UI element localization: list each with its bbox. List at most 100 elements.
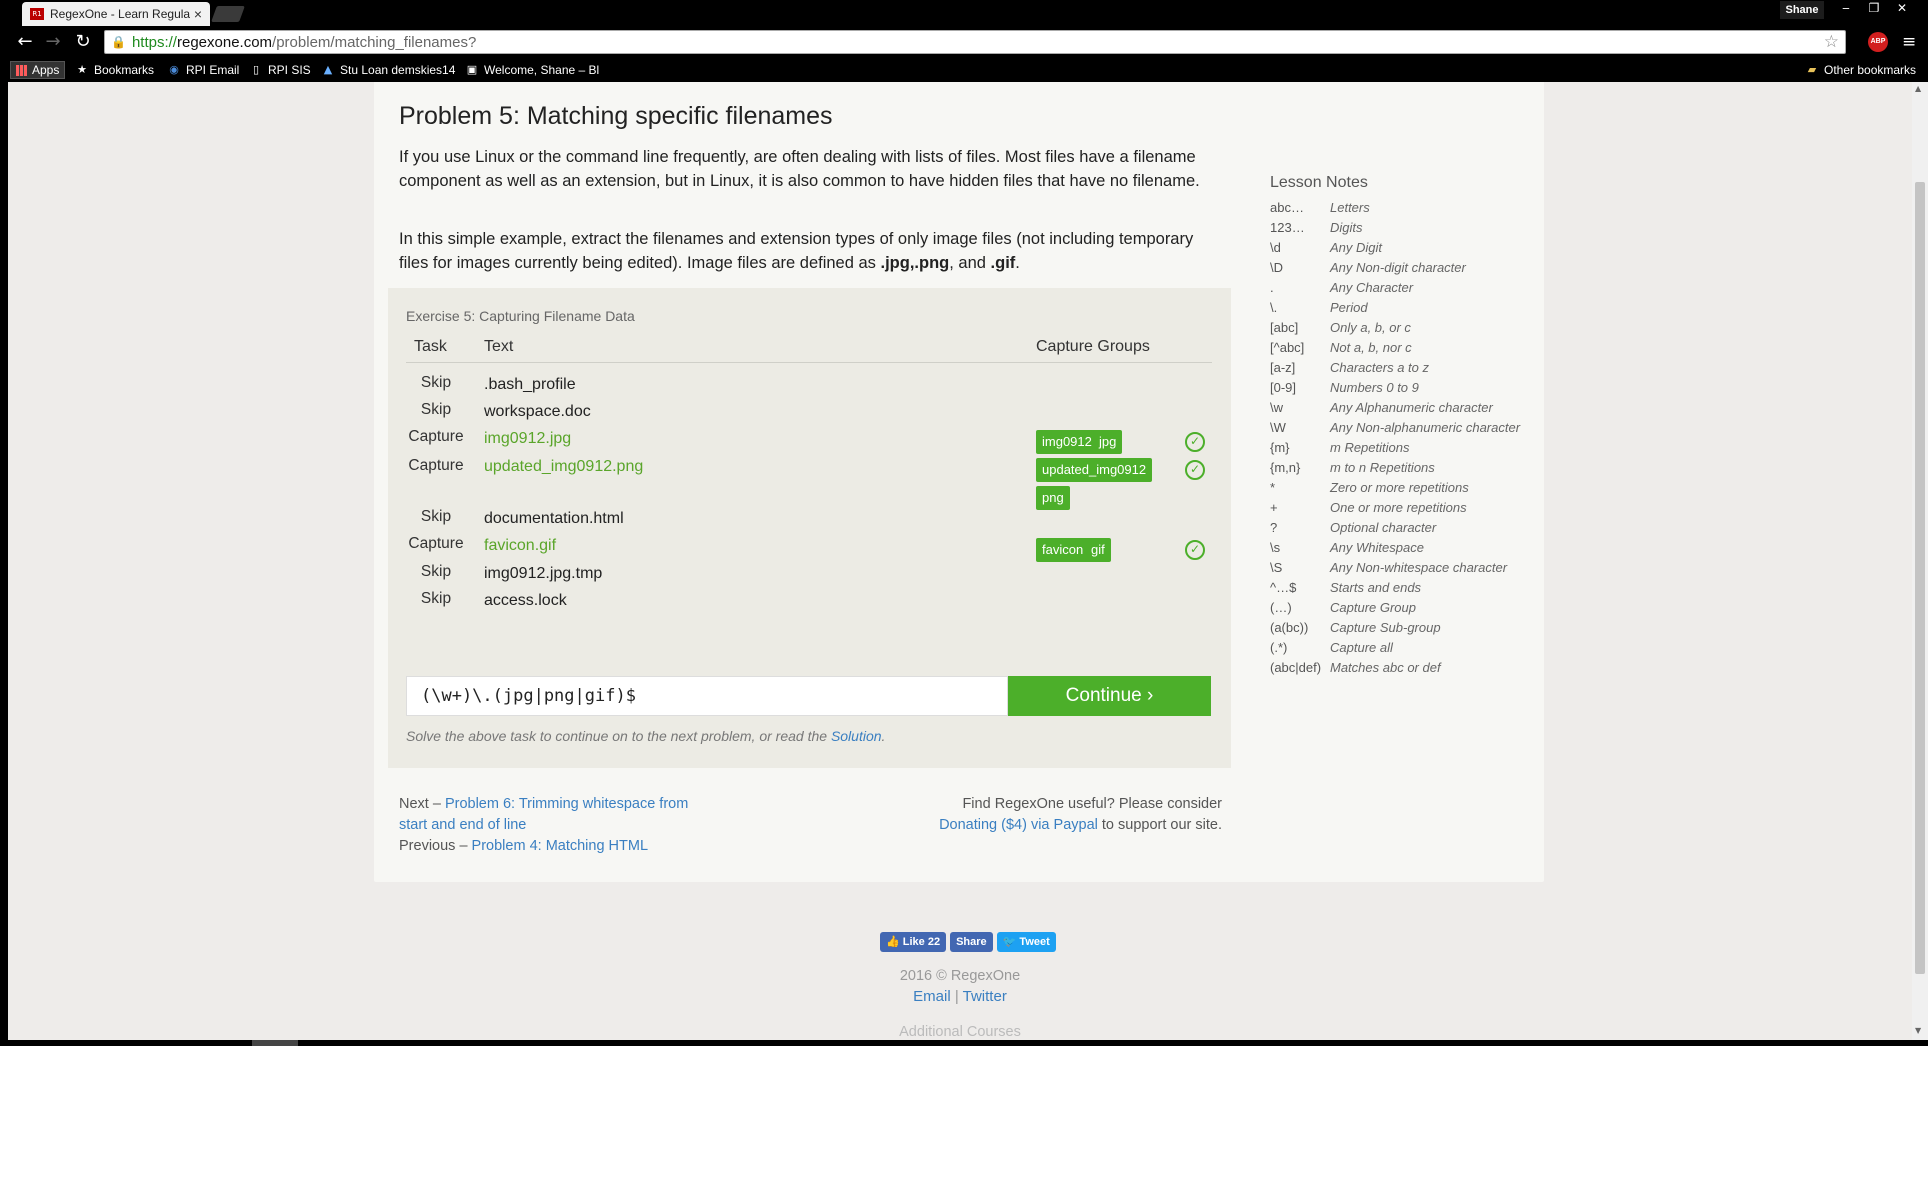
- facebook-like-button[interactable]: 👍 Like 22: [880, 932, 947, 952]
- scroll-down-icon[interactable]: ▼: [1915, 1026, 1921, 1035]
- reload-icon[interactable]: ↻: [72, 31, 94, 53]
- continue-button[interactable]: Continue ›: [1008, 676, 1211, 716]
- apps-grid-icon: [16, 64, 27, 76]
- twitter-link[interactable]: Twitter: [963, 988, 1007, 1005]
- lesson-note-symbol: ^…$: [1270, 580, 1297, 595]
- close-window-icon[interactable]: ✕: [1888, 0, 1916, 18]
- lesson-note-symbol: 123…: [1270, 220, 1305, 235]
- ext-and: , and: [949, 254, 991, 272]
- lock-icon: 🔒: [111, 35, 126, 49]
- lesson-note-symbol: {m,n}: [1270, 460, 1301, 475]
- lesson-note: {m,n} m to n Repetitions: [1270, 458, 1540, 478]
- lesson-note-description: Letters: [1330, 200, 1370, 215]
- capture-group-tag: img0912: [1036, 430, 1098, 454]
- lesson-note-symbol: (abc|def): [1270, 660, 1322, 675]
- row-task: Skip: [420, 590, 452, 607]
- new-tab-button[interactable]: [211, 6, 245, 22]
- row-task: Capture: [408, 457, 464, 474]
- menu-icon[interactable]: ≡: [1902, 32, 1916, 52]
- additional-courses[interactable]: Additional Courses: [8, 1024, 1912, 1040]
- lesson-note: (.*) Capture all: [1270, 638, 1540, 658]
- lesson-note-description: Characters a to z: [1330, 360, 1429, 375]
- page-icon: ▯: [252, 63, 260, 76]
- star-icon[interactable]: ☆: [1824, 32, 1839, 52]
- bookmark-other[interactable]: ▰ Other bookmarks: [1806, 61, 1916, 79]
- capture-group-tag: jpg: [1093, 430, 1123, 454]
- tweet-button[interactable]: 🐦 Tweet: [996, 932, 1056, 952]
- thumbs-up-icon: 👍: [886, 936, 903, 948]
- capture-group-tag: favicon: [1036, 538, 1090, 562]
- forward-icon[interactable]: →: [42, 31, 64, 53]
- lesson-note-symbol: (…): [1270, 600, 1292, 615]
- minimize-icon[interactable]: ‒: [1832, 0, 1860, 18]
- address-bar[interactable]: 🔒 https://regexone.com/problem/matching_…: [104, 30, 1846, 54]
- row-text: access.lock: [484, 592, 567, 609]
- tab-regexone[interactable]: R1 RegexOne - Learn Regula ×: [22, 2, 210, 26]
- url-host: regexone.com: [176, 33, 273, 51]
- lesson-note-description: Capture Sub-group: [1330, 620, 1441, 635]
- lesson-note-description: Capture all: [1330, 640, 1393, 655]
- header-task: Task: [414, 338, 447, 355]
- profile-button[interactable]: Shane: [1780, 1, 1824, 19]
- bookmark-label: Bookmarks: [94, 63, 155, 77]
- tweet-label: Tweet: [1019, 936, 1050, 948]
- bookmark-stu-loan[interactable]: ▲ Stu Loan demskies14: [322, 61, 456, 79]
- adblock-icon[interactable]: ABP: [1868, 32, 1888, 52]
- bookmark-apps[interactable]: Apps: [10, 61, 66, 79]
- lesson-note-description: Capture Group: [1330, 600, 1416, 615]
- lesson-note-symbol: *: [1270, 480, 1276, 495]
- prev-prefix: Previous –: [399, 838, 472, 854]
- scroll-up-icon[interactable]: ▲: [1915, 84, 1921, 93]
- bookmark-label: Welcome, Shane – Bl: [484, 63, 600, 77]
- social-share-bar: 👍 Like 22 Share 🐦 Tweet: [880, 932, 1056, 952]
- lesson-note-description: One or more repetitions: [1330, 500, 1467, 515]
- tab-title: RegexOne - Learn Regula: [50, 7, 190, 21]
- back-icon[interactable]: ←: [14, 31, 36, 53]
- bookmark-welcome[interactable]: ▣ Welcome, Shane – Bl: [466, 61, 599, 79]
- page-scrollbar[interactable]: ▲ ▼: [1912, 82, 1928, 1040]
- lesson-note-symbol: [0-9]: [1270, 380, 1297, 395]
- lesson-note: 123… Digits: [1270, 218, 1540, 238]
- blackboard-icon: ▣: [466, 63, 478, 76]
- donate-message: Find RegexOne useful? Please consider Don…: [814, 794, 1222, 836]
- lesson-note: ? Optional character: [1270, 518, 1540, 538]
- capture-group-tag: png: [1036, 486, 1070, 510]
- lesson-note: . Any Character: [1270, 278, 1540, 298]
- lesson-note-symbol: +: [1270, 500, 1278, 515]
- regex-input[interactable]: (\w+)\.(jpg|png|gif)$: [406, 676, 1008, 716]
- bookmark-label: RPI Email: [186, 63, 240, 77]
- page-viewport: Problem 5: Matching specific filenames I…: [8, 82, 1912, 1040]
- lesson-note: \W Any Non-alphanumeric character: [1270, 418, 1540, 438]
- row-task: Skip: [420, 563, 452, 580]
- facebook-share-button[interactable]: Share: [950, 932, 993, 952]
- email-link[interactable]: Email: [913, 988, 951, 1005]
- restore-icon[interactable]: ❐: [1860, 0, 1888, 18]
- row-text: img0912.jpg.tmp: [484, 565, 603, 582]
- donate-link[interactable]: Donating ($4) via Paypal: [939, 817, 1098, 833]
- lesson-note: [abc] Only a, b, or c: [1270, 318, 1540, 338]
- ext-gif: .gif: [990, 254, 1016, 272]
- lesson-note-description: Not a, b, nor c: [1330, 340, 1412, 355]
- hint-text: Solve the above task to continue on to t…: [406, 728, 885, 744]
- bookmark-bookmarks[interactable]: ★ Bookmarks: [76, 61, 154, 79]
- bookmark-rpi-email[interactable]: ◉ RPI Email: [168, 61, 239, 79]
- lesson-note: + One or more repetitions: [1270, 498, 1540, 518]
- lesson-note: [a-z] Characters a to z: [1270, 358, 1540, 378]
- lesson-note: ^…$ Starts and ends: [1270, 578, 1540, 598]
- lesson-note-symbol: .: [1270, 280, 1274, 295]
- close-tab-icon[interactable]: ×: [194, 6, 202, 22]
- bookmark-rpi-sis[interactable]: ▯ RPI SIS: [250, 61, 311, 79]
- solution-link[interactable]: Solution: [831, 728, 882, 744]
- lesson-note: [^abc] Not a, b, nor c: [1270, 338, 1540, 358]
- check-icon: ✓: [1185, 540, 1205, 560]
- lesson-note-symbol: (a(bc)): [1270, 620, 1309, 635]
- previous-problem-link[interactable]: Problem 4: Matching HTML: [472, 838, 648, 854]
- lesson-note-symbol: [^abc]: [1270, 340, 1305, 355]
- row-text: favicon.gif: [484, 537, 557, 554]
- scrollbar-thumb[interactable]: [1915, 182, 1925, 974]
- lesson-note-description: Zero or more repetitions: [1330, 480, 1469, 495]
- lesson-note: \D Any Non-digit character: [1270, 258, 1540, 278]
- lesson-note: {m} m Repetitions: [1270, 438, 1540, 458]
- lesson-note-description: Any Digit: [1330, 240, 1383, 255]
- previous-problem-nav: Previous – Problem 4: Matching HTML: [399, 836, 648, 857]
